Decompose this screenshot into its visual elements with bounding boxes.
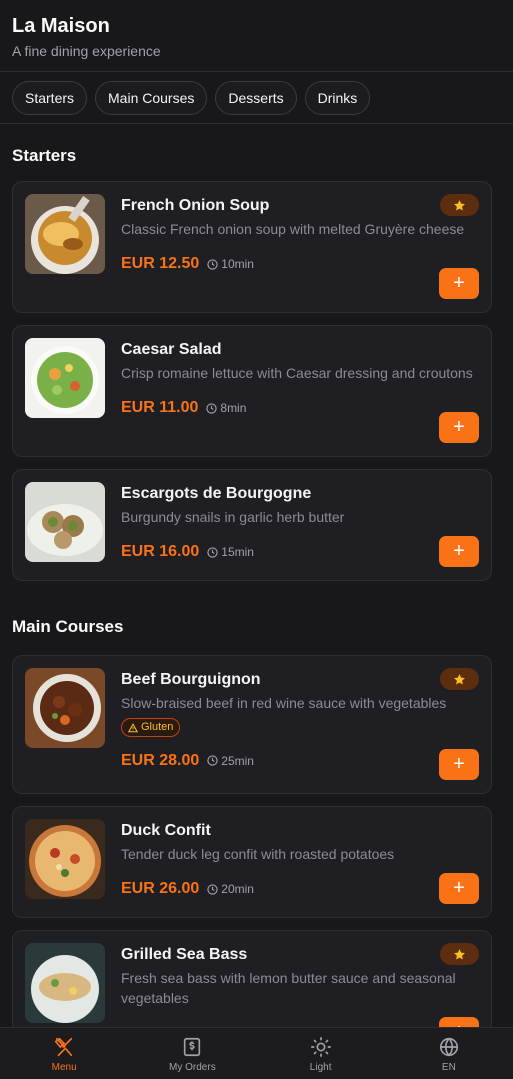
item-name: Grilled Sea Bass bbox=[121, 946, 248, 963]
prep-time: 8min bbox=[206, 401, 246, 415]
menu-item-card[interactable]: Grilled Sea Bass Fresh sea bass with lem… bbox=[12, 930, 492, 1027]
prep-time-value: 25min bbox=[221, 753, 254, 768]
add-to-order-button[interactable]: + bbox=[439, 873, 479, 904]
item-name: Caesar Salad bbox=[121, 341, 222, 358]
sea-bass-photo bbox=[25, 943, 105, 1023]
nav-label: Menu bbox=[51, 1062, 77, 1073]
item-description: Classic French onion soup with melted Gr… bbox=[121, 221, 465, 237]
nav-language[interactable]: EN bbox=[385, 1028, 513, 1079]
app-header: La Maison A fine dining experience bbox=[0, 0, 513, 72]
item-meta: EUR 11.00 8min bbox=[121, 397, 479, 419]
add-to-order-button[interactable]: + bbox=[439, 536, 479, 567]
item-meta: EUR 16.00 15min bbox=[121, 541, 479, 563]
menu-item-card[interactable]: French Onion Soup Classic French onion s… bbox=[12, 181, 492, 313]
item-name: Duck Confit bbox=[121, 822, 211, 839]
clock-icon bbox=[207, 546, 218, 558]
add-to-order-button[interactable]: + bbox=[439, 268, 479, 299]
prep-time: 15min bbox=[207, 545, 254, 559]
escargot-photo bbox=[25, 482, 105, 562]
nav-my-orders[interactable]: My Orders bbox=[128, 1028, 256, 1079]
allergen-label: Gluten bbox=[141, 721, 174, 733]
tab-starters[interactable]: Starters bbox=[12, 81, 88, 115]
add-to-order-button[interactable]: + bbox=[439, 412, 479, 443]
utensils-icon bbox=[54, 1037, 73, 1057]
menu-content[interactable]: Starters French Onion Soup Classic Frenc… bbox=[0, 124, 513, 1027]
nav-theme-toggle[interactable]: Light bbox=[257, 1028, 385, 1079]
add-to-order-button[interactable]: + bbox=[439, 1017, 479, 1027]
sun-icon bbox=[310, 1037, 331, 1057]
item-price: EUR 12.50 bbox=[121, 255, 200, 272]
clock-icon bbox=[207, 755, 218, 766]
section-title-starters: Starters bbox=[12, 146, 77, 165]
star-icon bbox=[454, 948, 465, 959]
prep-time-value: 20min bbox=[221, 882, 254, 896]
item-price: EUR 16.00 bbox=[121, 543, 200, 560]
clock-icon bbox=[206, 402, 218, 414]
item-name: Escargots de Bourgogne bbox=[121, 485, 312, 502]
tab-main-courses[interactable]: Main Courses bbox=[95, 81, 208, 115]
menu-item-card[interactable]: Beef Bourguignon Slow-braised beef in re… bbox=[12, 655, 492, 794]
item-description: Crisp romaine lettuce with Caesar dressi… bbox=[121, 365, 473, 381]
allergen-badge: Gluten bbox=[121, 718, 181, 737]
bottom-nav: Menu My Orders Light EN bbox=[0, 1027, 513, 1079]
menu-item-card[interactable]: Caesar Salad Crisp romaine lettuce with … bbox=[12, 325, 492, 457]
salad-photo bbox=[25, 338, 105, 418]
prep-time: 25min bbox=[207, 754, 254, 768]
beef-stew-photo bbox=[25, 668, 105, 748]
item-price: EUR 11.00 bbox=[121, 399, 199, 416]
star-icon bbox=[454, 673, 465, 684]
duck-photo bbox=[25, 819, 105, 899]
item-meta: EUR 26.00 20min bbox=[121, 878, 479, 900]
star-icon bbox=[454, 199, 465, 210]
tab-desserts[interactable]: Desserts bbox=[215, 81, 297, 115]
add-to-order-button[interactable]: + bbox=[439, 749, 479, 780]
nav-menu[interactable]: Menu bbox=[0, 1028, 128, 1079]
app-title: La Maison bbox=[12, 15, 110, 37]
nav-label: EN bbox=[441, 1062, 456, 1073]
prep-time-value: 15min bbox=[221, 545, 254, 559]
item-meta: EUR 12.50 10min bbox=[121, 253, 479, 275]
prep-time-value: 10min bbox=[221, 257, 254, 271]
section-title-main-courses: Main Courses bbox=[12, 617, 124, 636]
warning-icon bbox=[128, 722, 138, 732]
item-description: Fresh sea bass with lemon butter sauce a… bbox=[121, 970, 456, 1006]
category-tabs: Starters Main Courses Desserts Drinks bbox=[0, 72, 513, 124]
receipt-dollar-icon bbox=[184, 1037, 201, 1057]
item-price: EUR 28.00 bbox=[121, 751, 200, 769]
clock-icon bbox=[207, 258, 218, 270]
featured-star-badge bbox=[440, 194, 479, 216]
item-name: French Onion Soup bbox=[121, 197, 270, 214]
item-name: Beef Bourguignon bbox=[121, 671, 261, 688]
onion-soup-photo bbox=[25, 194, 105, 274]
tab-drinks[interactable]: Drinks bbox=[304, 81, 371, 115]
featured-star-badge bbox=[440, 943, 479, 965]
prep-time: 20min bbox=[207, 882, 254, 896]
nav-label: Light bbox=[309, 1062, 332, 1073]
item-description: Tender duck leg confit with roasted pota… bbox=[121, 846, 395, 862]
nav-label: My Orders bbox=[169, 1062, 216, 1073]
clock-icon bbox=[207, 883, 218, 895]
item-meta: EUR 28.00 25min bbox=[121, 750, 479, 772]
featured-star-badge bbox=[440, 668, 479, 690]
menu-item-card[interactable]: Duck Confit Tender duck leg confit with … bbox=[12, 806, 492, 918]
prep-time: 10min bbox=[207, 257, 254, 271]
item-price: EUR 26.00 bbox=[121, 880, 200, 897]
app-subtitle: A fine dining experience bbox=[12, 43, 161, 59]
globe-icon bbox=[439, 1037, 458, 1057]
item-description: Slow-braised beef in red wine sauce with… bbox=[121, 695, 447, 711]
prep-time-value: 8min bbox=[220, 401, 247, 415]
menu-item-card[interactable]: Escargots de Bourgogne Burgundy snails i… bbox=[12, 469, 492, 581]
item-description: Burgundy snails in garlic herb butter bbox=[121, 509, 345, 525]
